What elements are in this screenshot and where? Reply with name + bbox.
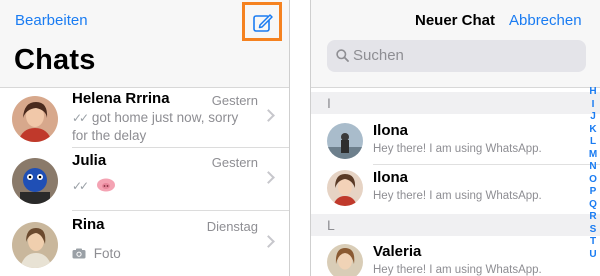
contact-status: Hey there! I am using WhatsApp. xyxy=(373,143,542,155)
index-letter-u[interactable]: U xyxy=(587,249,599,262)
index-letter-n[interactable]: N xyxy=(587,161,599,174)
chat-row-julia[interactable]: Julia Gestern ✓✓ xyxy=(0,151,289,217)
contact-name: Valeria xyxy=(373,243,422,260)
contact-status: Hey there! I am using WhatsApp. xyxy=(373,264,542,276)
contact-name: Ilona xyxy=(373,122,409,139)
chat-preview: ✓✓ xyxy=(72,177,252,195)
search-placeholder: Suchen xyxy=(353,47,404,64)
search-input[interactable]: Suchen xyxy=(327,40,586,72)
divider xyxy=(72,147,289,148)
avatar xyxy=(12,96,58,142)
alphabet-index[interactable]: HIJKLMNOPQRSTU xyxy=(587,86,599,261)
chat-time: Gestern xyxy=(211,155,258,170)
index-letter-q[interactable]: Q xyxy=(587,199,599,212)
index-letter-l[interactable]: L xyxy=(587,136,599,149)
avatar xyxy=(12,222,58,268)
new-chat-screen: Neuer Chat Abbrechen Suchen I Ilona Hey … xyxy=(310,0,600,276)
camera-icon xyxy=(72,248,86,259)
index-letter-k[interactable]: K xyxy=(587,124,599,137)
chat-row-rina[interactable]: Rina Dienstag Foto xyxy=(0,215,289,276)
double-check-icon: ✓✓ xyxy=(72,179,89,193)
chat-preview: ✓✓ got home just now, sorry for the dela… xyxy=(72,109,252,144)
contact-row[interactable]: Ilona Hey there! I am using WhatsApp. xyxy=(311,119,600,163)
divider xyxy=(72,210,289,211)
section-letter: L xyxy=(327,217,335,233)
pig-emoji-icon xyxy=(96,178,115,192)
index-letter-t[interactable]: T xyxy=(587,236,599,249)
avatar xyxy=(327,244,363,276)
double-check-icon: ✓✓ xyxy=(72,111,89,125)
cancel-button[interactable]: Abbrechen xyxy=(509,12,582,29)
section-header: I xyxy=(311,92,600,114)
chat-name: Helena Rrrina xyxy=(72,90,170,107)
chevron-right-icon xyxy=(262,235,275,248)
chat-preview: Foto xyxy=(72,245,252,262)
section-header: L xyxy=(311,214,600,236)
index-letter-p[interactable]: P xyxy=(587,186,599,199)
index-letter-s[interactable]: S xyxy=(587,224,599,237)
chats-header: Bearbeiten Chats xyxy=(0,0,289,88)
index-letter-m[interactable]: M xyxy=(587,149,599,162)
new-chat-header: Neuer Chat Abbrechen Suchen xyxy=(311,0,600,88)
chat-name: Rina xyxy=(72,216,105,233)
edit-button[interactable]: Bearbeiten xyxy=(15,12,88,29)
chat-message: got home just now, sorry for the delay xyxy=(72,110,239,143)
chevron-right-icon xyxy=(262,109,275,122)
compose-button[interactable] xyxy=(242,2,282,41)
chevron-right-icon xyxy=(262,171,275,184)
chats-screen: Bearbeiten Chats Helena Rrrina Gestern ✓… xyxy=(0,0,290,276)
page-title: Chats xyxy=(14,44,96,76)
chat-name: Julia xyxy=(72,152,107,169)
contact-status: Hey there! I am using WhatsApp. xyxy=(373,190,542,202)
search-icon xyxy=(336,49,349,62)
avatar xyxy=(327,170,363,206)
avatar xyxy=(12,158,58,204)
index-letter-r[interactable]: R xyxy=(587,211,599,224)
chat-time: Dienstag xyxy=(206,219,258,234)
page-title: Neuer Chat xyxy=(415,12,496,29)
section-letter: I xyxy=(327,95,331,111)
chat-time: Gestern xyxy=(211,93,258,108)
chat-row-helena[interactable]: Helena Rrrina Gestern ✓✓ got home just n… xyxy=(0,89,289,155)
avatar xyxy=(327,123,363,159)
index-letter-j[interactable]: J xyxy=(587,111,599,124)
divider xyxy=(373,164,600,165)
index-letter-i[interactable]: I xyxy=(587,99,599,112)
chat-message: Foto xyxy=(93,246,121,261)
index-letter-o[interactable]: O xyxy=(587,174,599,187)
contact-row[interactable]: Valeria Hey there! I am using WhatsApp. xyxy=(311,240,600,276)
contact-name: Ilona xyxy=(373,169,409,186)
contact-row[interactable]: Ilona Hey there! I am using WhatsApp. xyxy=(311,166,600,210)
index-letter-h[interactable]: H xyxy=(587,86,599,99)
compose-icon xyxy=(253,14,273,32)
